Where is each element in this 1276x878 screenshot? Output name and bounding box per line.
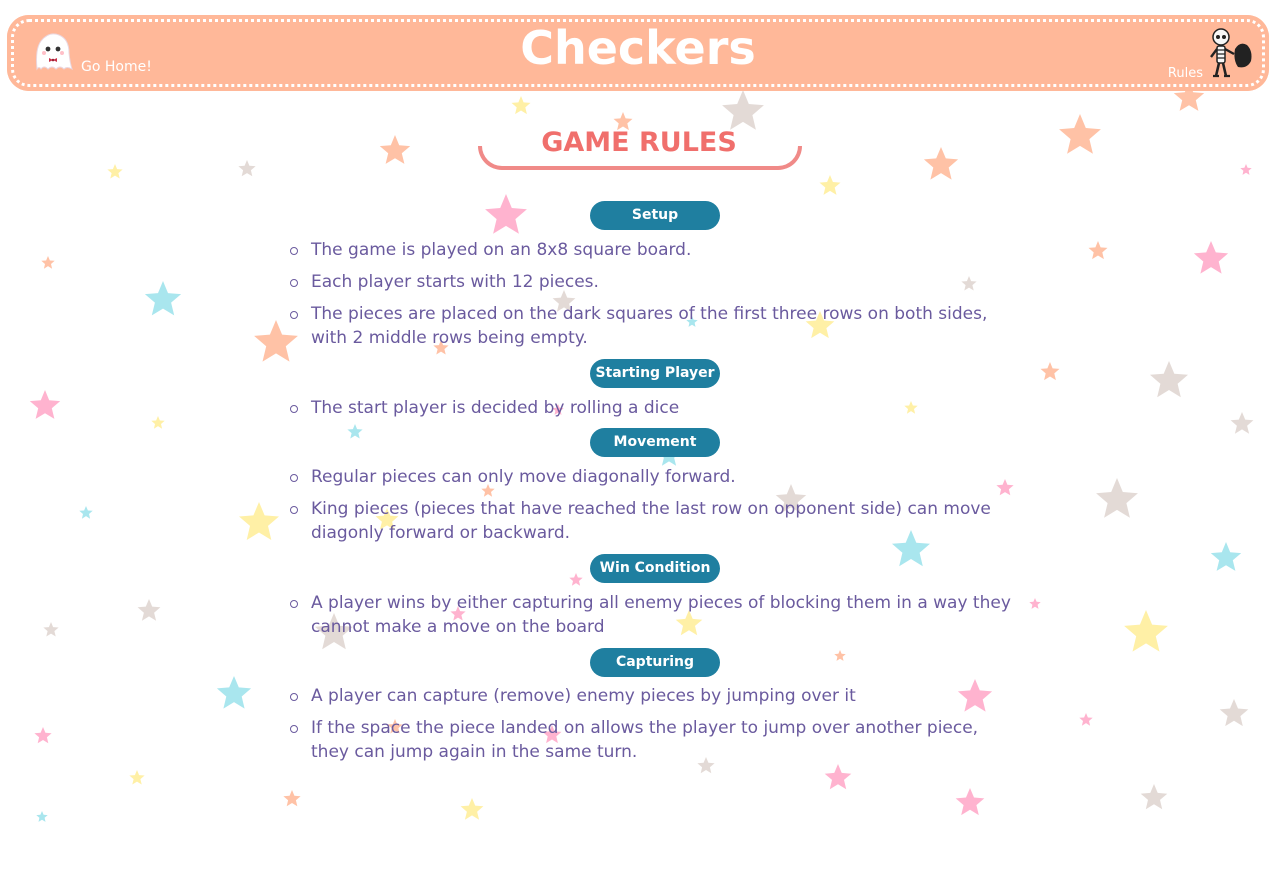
win-condition-list: A player wins by either capturing all en…	[288, 591, 1018, 647]
section-pill-movement: Movement	[590, 428, 720, 457]
capturing-pieces-list: A player can capture (remove) enemy piec…	[288, 684, 1018, 772]
top-bar: Go Home! Checkers Rules	[7, 15, 1269, 91]
section-pill-win-condition: Win Condition	[590, 554, 720, 583]
rules-label: Rules	[1167, 66, 1203, 81]
section-pill-setup: Setup	[590, 201, 720, 230]
rules-heading-block: GAME RULES	[478, 124, 802, 170]
list-item: A player can capture (remove) enemy piec…	[288, 684, 1018, 708]
list-item: The game is played on an 8x8 square boar…	[288, 238, 1018, 262]
section-pill-starting-player: Starting Player	[590, 359, 720, 388]
list-item: Each player starts with 12 pieces.	[288, 270, 1018, 294]
list-item: If the space the piece landed on allows …	[288, 716, 1018, 764]
skeleton-icon	[1207, 27, 1253, 83]
movement-list: Regular pieces can only move diagonally …	[288, 465, 1018, 553]
section-pill-capturing-pieces: Capturing Pieces	[590, 648, 720, 699]
list-item: The pieces are placed on the dark square…	[288, 302, 1018, 350]
rules-content: GAME RULES Setup The game is played on a…	[0, 0, 1276, 878]
rules-link[interactable]: Rules	[1168, 27, 1253, 83]
starting-player-list: The start player is decided by rolling a…	[288, 396, 1018, 428]
list-item: Regular pieces can only move diagonally …	[288, 465, 1018, 489]
list-item: King pieces (pieces that have reached th…	[288, 497, 1018, 545]
list-item: A player wins by either capturing all en…	[288, 591, 1018, 639]
setup-list: The game is played on an 8x8 square boar…	[288, 238, 1018, 358]
heading-underline	[478, 146, 802, 170]
list-item: The start player is decided by rolling a…	[288, 396, 1018, 420]
page-title: Checkers	[520, 21, 756, 75]
